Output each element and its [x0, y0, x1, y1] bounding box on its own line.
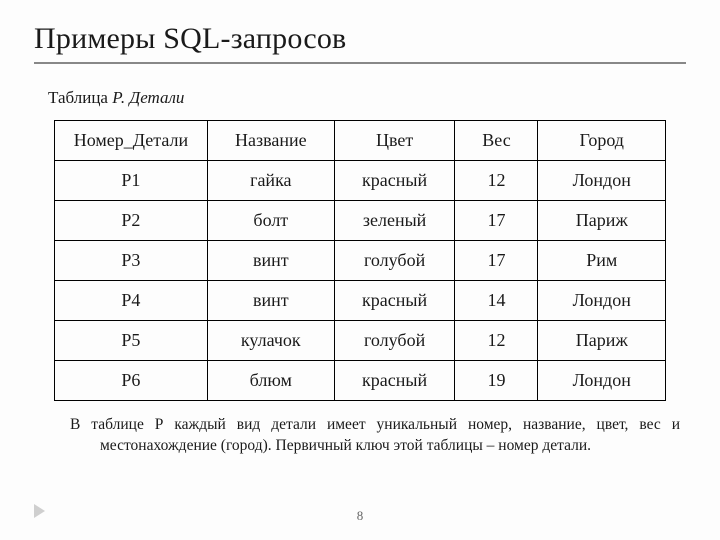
cell-weight: 17 [455, 201, 538, 241]
cell-color: зеленый [334, 201, 455, 241]
cell-city: Париж [538, 201, 666, 241]
col-header-city: Город [538, 121, 666, 161]
cell-city: Париж [538, 321, 666, 361]
table-label-prefix: Таблица [48, 88, 112, 107]
parts-table: Номер_Детали Название Цвет Вес Город Р1 … [54, 120, 666, 401]
table-row: Р1 гайка красный 12 Лондон [55, 161, 666, 201]
col-header-weight: Вес [455, 121, 538, 161]
table-caption: В таблице Р каждый вид детали имеет уник… [40, 415, 680, 457]
col-header-name: Название [207, 121, 334, 161]
cell-color: голубой [334, 241, 455, 281]
table-row: Р4 винт красный 14 Лондон [55, 281, 666, 321]
cell-name: кулачок [207, 321, 334, 361]
slide: Примеры SQL-запросов Таблица Р. Детали Н… [0, 0, 720, 540]
cell-name: болт [207, 201, 334, 241]
page-number: 8 [0, 508, 720, 524]
table-row: Р5 кулачок голубой 12 Париж [55, 321, 666, 361]
cell-name: блюм [207, 361, 334, 401]
cell-id: Р3 [55, 241, 208, 281]
table-row: Р6 блюм красный 19 Лондон [55, 361, 666, 401]
cell-city: Лондон [538, 281, 666, 321]
cell-name: винт [207, 241, 334, 281]
table-body: Р1 гайка красный 12 Лондон Р2 болт зелен… [55, 161, 666, 401]
col-header-color: Цвет [334, 121, 455, 161]
cell-id: Р5 [55, 321, 208, 361]
table-label: Таблица Р. Детали [48, 88, 686, 108]
cell-weight: 12 [455, 161, 538, 201]
title-rule [34, 62, 686, 64]
cell-weight: 19 [455, 361, 538, 401]
cell-color: красный [334, 281, 455, 321]
cell-id: Р4 [55, 281, 208, 321]
cell-id: Р2 [55, 201, 208, 241]
cell-city: Лондон [538, 361, 666, 401]
table-row: Р2 болт зеленый 17 Париж [55, 201, 666, 241]
col-header-id: Номер_Детали [55, 121, 208, 161]
cell-id: Р6 [55, 361, 208, 401]
table-row: Р3 винт голубой 17 Рим [55, 241, 666, 281]
cell-city: Лондон [538, 161, 666, 201]
cell-name: гайка [207, 161, 334, 201]
cell-weight: 14 [455, 281, 538, 321]
cell-weight: 12 [455, 321, 538, 361]
cell-city: Рим [538, 241, 666, 281]
cell-color: красный [334, 361, 455, 401]
slide-title: Примеры SQL-запросов [34, 22, 686, 56]
table-label-name: Р. Детали [112, 88, 184, 107]
cell-color: красный [334, 161, 455, 201]
cell-id: Р1 [55, 161, 208, 201]
table-header-row: Номер_Детали Название Цвет Вес Город [55, 121, 666, 161]
cell-weight: 17 [455, 241, 538, 281]
cell-color: голубой [334, 321, 455, 361]
cell-name: винт [207, 281, 334, 321]
